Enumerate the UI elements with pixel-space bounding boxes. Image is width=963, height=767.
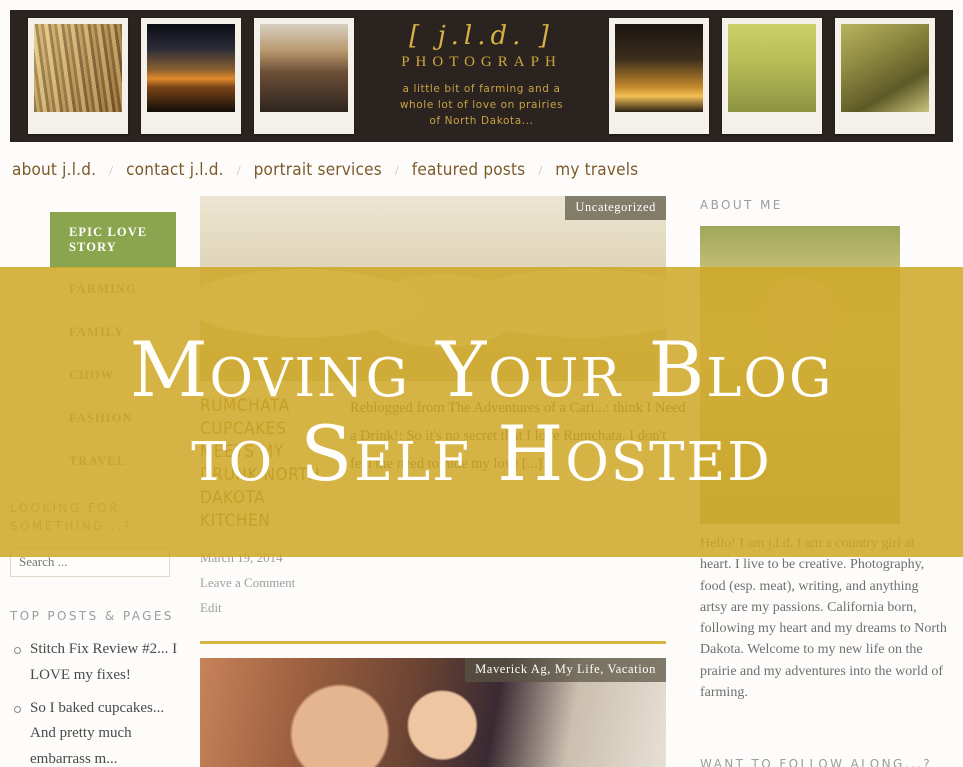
list-item[interactable]: So I baked cupcakes... And pretty much e… [12, 696, 188, 767]
post-edit-link[interactable]: Edit [200, 595, 336, 620]
tagline-line-1: a little bit of farming and a [402, 82, 561, 95]
tagline-line-3: of North Dakota... [429, 115, 534, 128]
brand-subtitle: PHOTOGRAPH [401, 53, 562, 70]
sidebar-item-chow[interactable]: CHOW [50, 354, 176, 397]
top-posts-widget-title: TOP POSTS & PAGES [10, 609, 174, 623]
header-photo-sunflowers [722, 18, 822, 134]
top-posts-list: Stitch Fix Review #2... I LOVE my fixes!… [10, 637, 188, 767]
top-posts-widget: TOP POSTS & PAGES Stitch Fix Review #2..… [10, 607, 188, 767]
post-excerpt: Reblogged from The Adventures of a Cari.… [350, 400, 686, 472]
header-photo-wheat [28, 18, 128, 134]
sidebar-item-fashion[interactable]: FASHION [50, 397, 176, 440]
header-photo-grass-sunrise [609, 18, 709, 134]
post-card: Maverick Ag, My Life, Vacation BUCKET LI… [200, 657, 690, 767]
nav-item-my-travels[interactable]: my travels [555, 160, 638, 180]
site-tagline: a little bit of farming and a whole lot … [371, 81, 592, 130]
sidebar-item-family[interactable]: FAMILY [50, 311, 176, 354]
post-meta-column: RUMCHATA CUPCAKES MEETS MY DRUNK NORTH D… [200, 395, 350, 621]
post-divider [200, 640, 666, 644]
post-featured-image[interactable]: Maverick Ag, My Life, Vacation [200, 657, 666, 767]
nav-separator: / [538, 164, 543, 179]
nav-separator: / [394, 164, 399, 179]
post-excerpt-column: Reblogged from The Adventures of a Cari.… [350, 395, 690, 621]
post-featured-image[interactable]: Uncategorized [200, 196, 666, 381]
nav-item-portrait-services[interactable]: portrait services [254, 160, 382, 180]
list-item[interactable]: Stitch Fix Review #2... I LOVE my fixes! [12, 637, 188, 689]
avatar [700, 226, 900, 524]
sidebar-item-farming[interactable]: FARMING [50, 268, 176, 311]
nav-separator: / [236, 164, 241, 179]
status-badge[interactable]: Maverick Ag, My Life, Vacation [465, 657, 666, 682]
post-body: RUMCHATA CUPCAKES MEETS MY DRUNK NORTH D… [200, 381, 690, 621]
post-title[interactable]: RUMCHATA CUPCAKES MEETS MY DRUNK NORTH D… [200, 395, 336, 533]
category-menu: EPIC LOVE STORY FARMING FAMILY CHOW FASH… [10, 212, 176, 483]
nav-item-contact[interactable]: contact j.l.d. [126, 160, 224, 180]
right-sidebar: ABOUT ME Hello! I am j.l.d. I am a count… [690, 196, 963, 767]
status-badge[interactable]: Uncategorized [565, 196, 666, 220]
nav-item-featured-posts[interactable]: featured posts [412, 160, 526, 180]
search-input[interactable] [10, 547, 170, 577]
blog-page: [ j.l.d. ] PHOTOGRAPH a little bit of fa… [0, 0, 963, 767]
post-date: March 19, 2014 [200, 549, 283, 565]
post-meta: March 19, 2014 Leave a Comment Edit [200, 545, 336, 621]
nav-separator: / [109, 164, 114, 179]
post-card: Uncategorized RUMCHATA CUPCAKES MEETS MY… [200, 196, 690, 644]
nav-item-about[interactable]: about j.l.d. [12, 160, 96, 180]
header-photo-sunset [141, 18, 241, 134]
post-comment-link[interactable]: Leave a Comment [200, 570, 336, 595]
site-logo: [ j.l.d. ] PHOTOGRAPH a little bit of fa… [367, 22, 596, 129]
main-content: Uncategorized RUMCHATA CUPCAKES MEETS MY… [200, 196, 690, 767]
primary-navigation: about j.l.d. / contact j.l.d. / portrait… [12, 160, 638, 180]
cupcakes-photo [200, 196, 666, 381]
follow-widget-title: WANT TO FOLLOW ALONG...? [700, 757, 933, 767]
search-widget: LOOKING FOR SOMETHING...? [10, 499, 188, 577]
about-me-bio: Hello! I am j.l.d. I am a country girl a… [700, 536, 947, 700]
tagline-line-2: whole lot of love on prairies [399, 99, 564, 112]
left-sidebar: EPIC LOVE STORY FARMING FAMILY CHOW FASH… [0, 196, 200, 767]
site-header-banner: [ j.l.d. ] PHOTOGRAPH a little bit of fa… [10, 10, 953, 142]
brand-mark: [ j.l.d. ] [409, 21, 554, 52]
header-photo-field [835, 18, 935, 134]
header-photo-couple [254, 18, 354, 134]
about-me-title: ABOUT ME [700, 198, 783, 212]
sidebar-item-travel[interactable]: TRAVEL [50, 440, 176, 483]
content-columns: EPIC LOVE STORY FARMING FAMILY CHOW FASH… [0, 196, 963, 767]
search-widget-title: LOOKING FOR SOMETHING...? [10, 501, 133, 533]
sidebar-item-epic-love-story[interactable]: EPIC LOVE STORY [50, 212, 176, 268]
